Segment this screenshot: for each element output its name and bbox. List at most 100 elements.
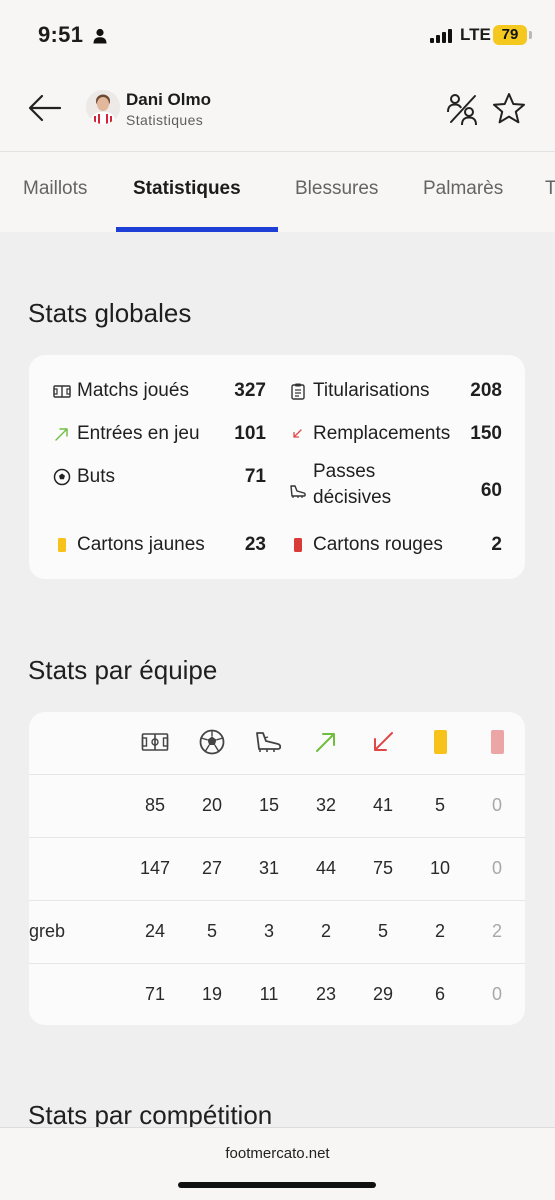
arrow-in-icon xyxy=(316,733,335,752)
clipboard-icon xyxy=(291,383,305,400)
cell-remplacements: 29 xyxy=(372,984,394,1004)
app-header: Dani Olmo Statistiques xyxy=(0,68,555,152)
yellow-card-icon xyxy=(58,538,66,552)
clock: 9:51 xyxy=(38,22,84,47)
pitch-icon xyxy=(53,385,71,398)
cell-jaunes: 6 xyxy=(434,984,445,1004)
arrow-out-icon xyxy=(293,429,302,438)
tab-statistiques[interactable]: Statistiques xyxy=(133,178,241,200)
cell-entrees: 23 xyxy=(315,984,337,1004)
site-url[interactable]: footmercato.net xyxy=(0,1145,555,1162)
stat-entrees-en-jeu: Entrées en jeu 101 xyxy=(53,419,266,449)
stat-value: 327 xyxy=(234,380,266,401)
cell-passes: 31 xyxy=(258,858,280,878)
stat-cartons-rouges: Cartons rouges 2 xyxy=(289,530,502,560)
stat-label: Passes décisives xyxy=(313,461,392,508)
table-row[interactable]: 85 20 15 32 41 5 0 xyxy=(29,774,525,836)
stat-passes-decisives: Passes décisives 60 xyxy=(289,461,502,518)
avatar xyxy=(86,90,120,124)
red-card-icon xyxy=(491,730,504,754)
section-title-global: Stats globales xyxy=(28,298,192,328)
stat-value: 2 xyxy=(491,534,502,555)
tab-maillots[interactable]: Maillots xyxy=(23,178,87,200)
cell-buts: 27 xyxy=(201,858,223,878)
cell-passes: 3 xyxy=(263,921,274,941)
cell-jaunes: 2 xyxy=(434,921,445,941)
cell-passes: 11 xyxy=(259,984,279,1004)
stat-label: Cartons rouges xyxy=(313,534,443,555)
player-name: Dani Olmo xyxy=(126,90,212,109)
battery-icon xyxy=(529,31,532,39)
signal-icon xyxy=(430,29,452,43)
cell-entrees: 2 xyxy=(320,921,331,941)
cell-entrees: 32 xyxy=(315,795,337,815)
stat-label: Titularisations xyxy=(313,380,430,401)
network-type: LTE xyxy=(460,25,491,44)
back-arrow-icon[interactable] xyxy=(26,90,66,126)
stat-label: Buts xyxy=(77,466,116,487)
cell-rouges: 0 xyxy=(491,984,502,1004)
table-row[interactable]: greb 24 5 3 2 5 2 2 xyxy=(29,900,525,962)
cell-passes: 15 xyxy=(258,795,280,815)
cell-matchs: 24 xyxy=(144,921,166,941)
cell-jaunes: 10 xyxy=(429,858,451,878)
arrow-out-icon xyxy=(374,732,393,751)
cell-matchs: 85 xyxy=(144,795,166,815)
stat-buts: Buts 71 xyxy=(53,462,266,492)
stat-value: 150 xyxy=(470,423,502,444)
cell-rouges: 0 xyxy=(491,858,502,878)
cell-entrees: 44 xyxy=(315,858,337,878)
table-row[interactable]: 71 19 11 23 29 6 0 xyxy=(29,963,525,1025)
cell-matchs: 71 xyxy=(144,984,166,1004)
status-bar: 9:51 LTE 79 xyxy=(0,0,555,68)
cell-buts: 19 xyxy=(201,984,223,1004)
stat-matchs-joues: Matchs joués 327 xyxy=(53,376,266,406)
home-indicator[interactable] xyxy=(178,1182,376,1188)
ball-icon xyxy=(199,729,225,755)
stat-value: 23 xyxy=(244,534,266,555)
arrow-in-icon xyxy=(55,428,68,441)
page-subtitle: Statistiques xyxy=(126,112,204,128)
cell-remplacements: 41 xyxy=(372,795,394,815)
stat-titularisations: Titularisations 208 xyxy=(289,376,502,406)
stat-label: Entrées en jeu xyxy=(77,423,200,444)
cell-remplacements: 5 xyxy=(377,921,388,941)
tab-palmares[interactable]: Palmarès xyxy=(423,178,503,200)
tab-next[interactable]: T xyxy=(545,178,555,200)
stat-remplacements: Remplacements 150 xyxy=(289,419,502,449)
cell-matchs: 147 xyxy=(139,858,171,878)
section-title-team: Stats par équipe xyxy=(28,655,218,685)
stat-value: 60 xyxy=(480,480,502,501)
cell-jaunes: 5 xyxy=(434,795,445,815)
pitch-icon xyxy=(141,733,169,751)
tab-blessures[interactable]: Blessures xyxy=(295,178,378,200)
ball-icon xyxy=(53,468,71,486)
compare-players-icon[interactable] xyxy=(445,92,481,128)
boot-icon xyxy=(256,732,282,752)
tab-bar: Maillots Statistiques Blessures Palmarès… xyxy=(0,152,555,232)
battery-level: 79 xyxy=(493,25,527,45)
stat-value: 101 xyxy=(234,423,266,444)
active-tab-indicator xyxy=(116,227,278,232)
person-icon xyxy=(93,28,107,44)
cell-rouges: 2 xyxy=(491,921,502,941)
boot-icon xyxy=(290,485,306,498)
stat-cartons-jaunes: Cartons jaunes 23 xyxy=(53,530,266,560)
cell-rouges: 0 xyxy=(491,795,502,815)
cell-buts: 20 xyxy=(201,795,223,815)
cell-remplacements: 75 xyxy=(372,858,394,878)
yellow-card-icon xyxy=(434,730,447,754)
table-row[interactable]: 147 27 31 44 75 10 0 xyxy=(29,837,525,899)
red-card-icon xyxy=(294,538,302,552)
team-stats-table[interactable]: 85 20 15 32 41 5 0 147 27 31 44 75 10 0 … xyxy=(29,712,525,1025)
global-stats-card: Matchs joués 327 Entrées en jeu 101 Buts… xyxy=(29,355,525,579)
team-name: greb xyxy=(29,921,66,941)
stat-label: Remplacements xyxy=(313,423,451,444)
stat-label: Matchs joués xyxy=(77,380,189,401)
browser-bottom-bar: footmercato.net xyxy=(0,1127,555,1200)
stat-value: 208 xyxy=(470,380,502,401)
cell-buts: 5 xyxy=(206,921,217,941)
favorite-star-icon[interactable] xyxy=(490,90,528,128)
stat-label: Cartons jaunes xyxy=(77,534,205,555)
stat-value: 71 xyxy=(244,466,266,487)
